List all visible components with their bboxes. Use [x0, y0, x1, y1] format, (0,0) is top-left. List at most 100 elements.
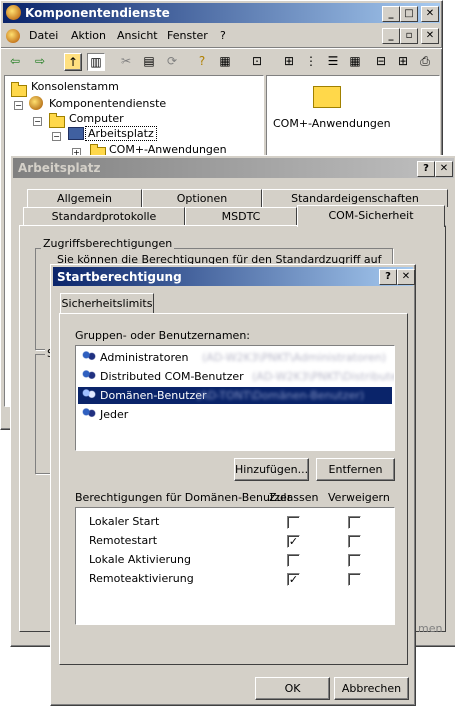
- deny-checkbox-lokale-aktivierung[interactable]: [348, 554, 361, 567]
- users-list[interactable]: Administratoren (AD-W2K3\PNKT\Administra…: [75, 345, 395, 451]
- close-button[interactable]: ✕: [421, 6, 439, 22]
- user-detail: (AD-TONT\Domänen-Benutzer): [196, 389, 365, 402]
- allow-checkbox-remoteaktivierung[interactable]: ✓: [287, 573, 300, 586]
- permissions-list: Lokaler Start Remotestart ✓ Lokale Aktiv…: [75, 507, 395, 625]
- tab-com-sicherheit[interactable]: COM-Sicherheit: [297, 205, 445, 227]
- properties-icon[interactable]: ▤: [141, 53, 157, 69]
- new-window-icon[interactable]: ⊡: [249, 53, 265, 69]
- tree-item-console-root[interactable]: Konsolenstamm: [31, 80, 119, 93]
- properties-close-button[interactable]: ✕: [435, 161, 453, 177]
- ok-button[interactable]: OK: [255, 677, 330, 700]
- show-tree-icon[interactable]: ▥: [87, 53, 105, 71]
- permission-name: Lokaler Start: [89, 515, 160, 528]
- tab-optionen-label: Optionen: [176, 192, 228, 205]
- menu-fenster[interactable]: Fenster: [167, 29, 208, 42]
- com-applications-large-folder-icon[interactable]: [313, 86, 341, 108]
- allow-checkbox-lokaler-start[interactable]: [287, 516, 300, 529]
- user-detail: (AD-W2K3\PNKT\Administratoren): [202, 351, 387, 364]
- back-arrow-icon[interactable]: ⇦: [7, 53, 23, 69]
- launch-help-button[interactable]: ?: [379, 269, 397, 285]
- doc-icon: [6, 29, 20, 43]
- ok-button-label: OK: [284, 682, 301, 695]
- list-item[interactable]: Distributed COM-Benutzer (AD-W2K3\PNKT\D…: [76, 368, 394, 385]
- expand-component-services-icon[interactable]: −: [14, 101, 23, 110]
- tab-allgemein-label: Allgemein: [57, 192, 112, 205]
- large-icons-icon[interactable]: ⊞: [281, 53, 297, 69]
- group-icon: [82, 407, 96, 421]
- menu-datei[interactable]: Datei: [29, 29, 58, 42]
- printer-icon[interactable]: ⎙: [417, 53, 433, 69]
- main-title-bar[interactable]: Komponentendienste _ □ ✕: [3, 3, 440, 23]
- list-item[interactable]: Jeder: [76, 406, 394, 423]
- access-permissions-group-title: Zugriffsberechtigungen: [41, 237, 175, 250]
- tab-allgemein[interactable]: Allgemein: [27, 189, 142, 207]
- menu-ansicht[interactable]: Ansicht: [117, 29, 158, 42]
- user-name: Distributed COM-Benutzer: [100, 370, 244, 383]
- tree-item-my-computer[interactable]: Arbeitsplatz: [85, 126, 157, 141]
- properties-help-button[interactable]: ?: [417, 161, 435, 177]
- server-icon[interactable]: ⊞: [395, 53, 411, 69]
- launch-title-bar[interactable]: Startberechtigung ? ✕: [53, 267, 415, 286]
- allow-checkbox-lokale-aktivierung[interactable]: [287, 554, 300, 567]
- child-restore-button[interactable]: ▫: [400, 28, 418, 44]
- launch-permission-dialog: Startberechtigung ? ✕ Sicherheitslimits …: [50, 264, 416, 706]
- tree-item-computer[interactable]: Computer: [69, 112, 124, 125]
- small-icons-icon[interactable]: ⋮: [303, 53, 319, 69]
- tab-com-sicherheit-label: COM-Sicherheit: [328, 209, 414, 222]
- tab-msdtc[interactable]: MSDTC: [185, 207, 297, 225]
- remove-button[interactable]: Entfernen: [316, 458, 395, 481]
- users-label: Gruppen- oder Benutzernamen:: [75, 329, 251, 342]
- tab-standardprotokolle[interactable]: Standardprotokolle: [23, 207, 185, 225]
- user-name: Administratoren: [100, 351, 189, 364]
- deny-column-header: Verweigern: [328, 491, 390, 504]
- add-button-label: Hinzufügen...: [235, 463, 309, 476]
- tree-item-component-services[interactable]: Komponentendienste: [49, 97, 166, 110]
- refresh-icon[interactable]: ⟳: [164, 53, 180, 69]
- expand-computer-icon[interactable]: −: [33, 117, 42, 126]
- help-topics-icon[interactable]: ?: [194, 53, 210, 69]
- menu-separator: [1, 47, 442, 49]
- deny-checkbox-remoteaktivierung[interactable]: [348, 573, 361, 586]
- cut-icon[interactable]: ✂: [118, 53, 134, 69]
- add-button[interactable]: Hinzufügen...: [234, 458, 309, 481]
- detail-view-icon[interactable]: ▦: [347, 53, 363, 69]
- group-icon: [82, 350, 96, 364]
- allow-checkbox-remotestart[interactable]: ✓: [287, 535, 300, 548]
- maximize-button[interactable]: □: [400, 6, 418, 22]
- main-title-text: Komponentendienste: [25, 6, 170, 20]
- tab-sicherheitslimits[interactable]: Sicherheitslimits: [60, 293, 154, 313]
- list-item-selected[interactable]: Domänen-Benutzer (AD-TONT\Domänen-Benutz…: [78, 387, 392, 404]
- deny-checkbox-lokaler-start[interactable]: [348, 516, 361, 529]
- child-minimize-button[interactable]: _: [382, 28, 400, 44]
- launch-close-button[interactable]: ✕: [397, 269, 415, 285]
- action-pane-icon[interactable]: ▦: [217, 53, 233, 69]
- details-item-com-applications[interactable]: COM+-Anwendungen: [273, 117, 391, 130]
- console-root-folder-icon: [11, 82, 27, 97]
- deny-checkbox-remotestart[interactable]: [348, 535, 361, 548]
- expand-my-computer-icon[interactable]: −: [52, 132, 61, 141]
- menu-help[interactable]: ?: [220, 29, 226, 42]
- list-item[interactable]: Administratoren (AD-W2K3\PNKT\Administra…: [76, 349, 394, 366]
- list-view-icon[interactable]: ☰: [325, 53, 341, 69]
- properties-title-bar[interactable]: Arbeitsplatz ? ✕: [13, 158, 454, 178]
- minimize-button[interactable]: _: [382, 6, 400, 22]
- up-folder-icon[interactable]: ↑: [64, 53, 82, 71]
- hidden-apply-button-text: men: [418, 622, 443, 635]
- tab-optionen[interactable]: Optionen: [142, 189, 262, 207]
- user-name: Jeder: [100, 408, 129, 421]
- child-close-button[interactable]: ✕: [421, 28, 439, 44]
- launch-title-text: Startberechtigung: [57, 270, 182, 284]
- permission-name: Remotestart: [89, 534, 158, 547]
- properties-title-text: Arbeitsplatz: [18, 161, 101, 175]
- cancel-button[interactable]: Abbrechen: [334, 677, 409, 700]
- app-icon: [6, 5, 21, 20]
- tab-msdtc-label: MSDTC: [221, 210, 261, 223]
- user-name: Domänen-Benutzer: [100, 389, 207, 402]
- group-icon: [82, 388, 96, 402]
- forward-arrow-icon[interactable]: ⇨: [32, 53, 48, 69]
- user-detail: (AD-W2K3\PNKT\Distributed CO: [252, 370, 395, 383]
- remove-button-label: Entfernen: [328, 463, 383, 476]
- menu-aktion[interactable]: Aktion: [71, 29, 106, 42]
- computer-icon[interactable]: ⊟: [373, 53, 389, 69]
- tab-standardeigenschaften-label: Standardeigenschaften: [291, 192, 419, 205]
